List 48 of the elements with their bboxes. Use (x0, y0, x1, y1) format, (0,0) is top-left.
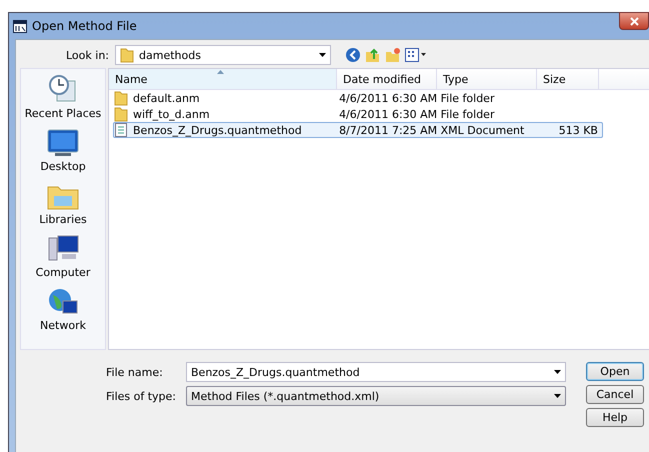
caret-icon (554, 394, 561, 398)
close-icon (630, 16, 638, 26)
close-button[interactable] (619, 12, 649, 30)
caret-icon (554, 370, 561, 374)
place-item[interactable]: Network (40, 287, 86, 332)
folder-icon (114, 106, 128, 122)
file-name-field[interactable]: Benzos_Z_Drugs.quantmethod (186, 362, 566, 382)
sort-arrow-icon (217, 70, 224, 74)
folder-up-icon[interactable] (365, 47, 381, 63)
table-cell-text: File folder (440, 108, 496, 120)
table-cell-text: XML Document (440, 124, 526, 136)
file-type-dropdown[interactable]: Method Files (*.quantmethod.xml) (186, 386, 566, 406)
file-row[interactable]: default.anm 4/6/2011 6:30 AM File folder (113, 90, 603, 106)
file-name: Benzos_Z_Drugs.quantmethod (132, 124, 302, 136)
file-name: wiff_to_d.anm (132, 108, 210, 120)
file-row[interactable]: wiff_to_d.anm 4/6/2011 6:30 AM File folder (113, 106, 603, 122)
monitor-icon (47, 128, 79, 158)
place-item[interactable]: Computer (36, 234, 90, 279)
place-item[interactable]: Recent Places (24, 73, 102, 120)
place-item[interactable]: Desktop (40, 128, 86, 173)
column-header[interactable]: Date modified (337, 69, 437, 89)
folder-icon (114, 90, 128, 106)
table-cell-text: 513 KB (558, 124, 599, 136)
column-header[interactable]: Type (437, 69, 537, 89)
look-in-label: Look in: (66, 48, 109, 62)
dialog-button[interactable]: Open (586, 362, 644, 381)
place-item[interactable]: Libraries (39, 181, 87, 226)
table-cell-text: 4/6/2011 6:30 AM (338, 108, 438, 120)
new-folder-icon[interactable] (385, 47, 401, 63)
table-cell-text: 8/7/2011 7:25 AM (338, 124, 438, 136)
back-icon[interactable] (345, 47, 361, 63)
column-header[interactable]: Name (109, 69, 337, 89)
table-cell-text: 4/6/2011 6:30 AM (338, 92, 438, 104)
app-icon (13, 20, 27, 32)
caret-icon (319, 53, 326, 57)
document-icon (114, 122, 128, 138)
file-name: default.anm (132, 92, 200, 104)
file-type-label: Files of type: (106, 390, 178, 402)
dialog-button[interactable]: Help (586, 408, 644, 427)
dialog-button[interactable]: Cancel (586, 385, 644, 404)
folder-icon (120, 47, 134, 63)
look-in-dropdown[interactable]: damethods (115, 45, 331, 65)
column-header[interactable]: Size (537, 69, 599, 89)
window-title: Open Method File (32, 19, 137, 33)
table-cell-text: File folder (440, 92, 496, 104)
view-menu-icon[interactable] (405, 48, 427, 62)
file-name-label: File name: (106, 366, 164, 378)
file-row[interactable]: Benzos_Z_Drugs.quantmethod 8/7/2011 7:25 AM XML Document 513 KB (113, 122, 603, 138)
